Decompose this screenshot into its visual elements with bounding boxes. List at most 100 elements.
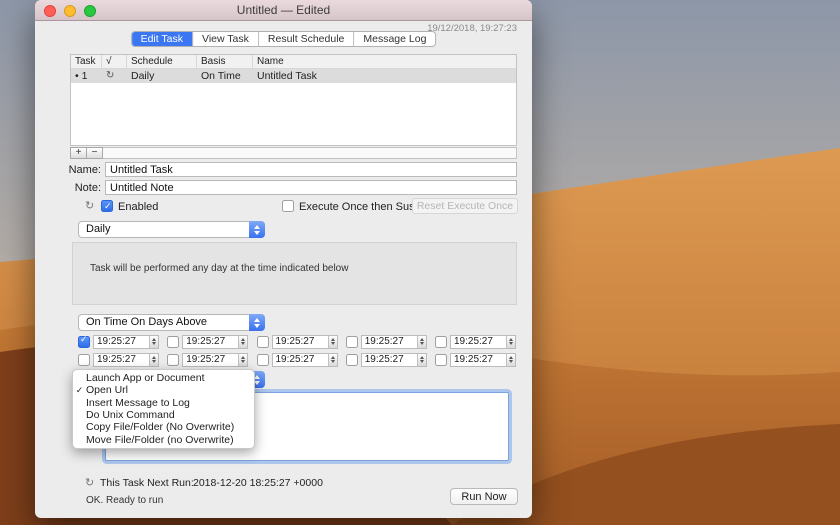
run-now-button[interactable]: Run Now: [450, 488, 518, 505]
task-table-header: Task√ScheduleBasisName: [71, 55, 516, 69]
frequency-value: Daily: [79, 222, 264, 237]
note-input[interactable]: [105, 180, 517, 195]
time-field[interactable]: 19:25:27: [93, 335, 159, 349]
time-field[interactable]: 19:25:27: [93, 353, 159, 367]
frequency-dropdown[interactable]: Daily: [78, 221, 265, 238]
reset-execute-once-button[interactable]: Reset Execute Once: [412, 198, 518, 214]
menu-item-label: Launch App or Document: [86, 372, 254, 384]
schedule-description-panel: Task will be performed any day at the ti…: [72, 242, 517, 305]
minimize-button[interactable]: [64, 5, 76, 17]
time-cell: 19:25:27: [435, 334, 516, 349]
window-title: Untitled — Edited: [35, 0, 532, 20]
menu-item[interactable]: Launch App or Document: [73, 372, 254, 384]
time-field[interactable]: 19:25:27: [182, 335, 248, 349]
execute-once-checkbox[interactable]: [282, 200, 294, 212]
clock-text: 19/12/2018, 19:27:23: [427, 23, 517, 34]
time-cell: 19:25:27: [78, 352, 159, 367]
time-field[interactable]: 19:25:27: [361, 335, 427, 349]
window-titlebar[interactable]: Untitled — Edited: [35, 0, 532, 21]
stepper-icon[interactable]: [149, 336, 158, 348]
time-checkbox[interactable]: [346, 354, 358, 366]
table-cell: On Time: [197, 69, 253, 83]
time-cell: 19:25:27: [346, 334, 427, 349]
add-task-button[interactable]: +: [70, 147, 87, 159]
time-checkbox[interactable]: [435, 354, 447, 366]
time-checkbox[interactable]: [435, 336, 447, 348]
menu-item[interactable]: Insert Message to Log: [73, 397, 254, 409]
menu-checkmark: ✓: [73, 385, 86, 396]
column-header[interactable]: Schedule: [127, 55, 197, 68]
menu-item[interactable]: Do Unix Command: [73, 409, 254, 421]
time-checkbox[interactable]: [78, 336, 90, 348]
enabled-label: Enabled: [118, 201, 158, 213]
dropdown-arrows-icon: [249, 221, 265, 238]
name-input[interactable]: [105, 162, 517, 177]
time-field[interactable]: 19:25:27: [272, 335, 338, 349]
stepper-icon[interactable]: [417, 336, 426, 348]
next-run-label: This Task Next Run:: [100, 477, 194, 489]
menu-item[interactable]: Copy File/Folder (No Overwrite): [73, 421, 254, 433]
action-menu: Launch App or Document✓Open UrlInsert Me…: [72, 369, 255, 449]
desktop: Untitled — Edited 19/12/2018, 19:27:23 E…: [0, 0, 840, 525]
menu-item-label: Open Url: [86, 384, 254, 396]
stepper-icon[interactable]: [417, 354, 426, 366]
menu-item-label: Move File/Folder (no Overwrite): [86, 434, 254, 446]
status-text: OK. Ready to run: [86, 495, 163, 506]
menu-item-label: Copy File/Folder (No Overwrite): [86, 421, 254, 433]
table-row[interactable]: • 1↻DailyOn TimeUntitled Task: [71, 69, 516, 83]
stepper-icon[interactable]: [149, 354, 158, 366]
task-table-body: • 1↻DailyOn TimeUntitled Task: [71, 69, 516, 83]
stepper-icon[interactable]: [506, 336, 515, 348]
refresh-icon[interactable]: ↻: [85, 199, 94, 212]
time-row-1: 19:25:27 19:25:27 19:25:27 19:25:27 19:25:27: [78, 334, 516, 349]
time-field[interactable]: 19:25:27: [182, 353, 248, 367]
time-field[interactable]: 19:25:27: [361, 353, 427, 367]
column-header[interactable]: Name: [253, 55, 516, 68]
time-field[interactable]: 19:25:27: [450, 353, 516, 367]
time-cell: 19:25:27: [78, 334, 159, 349]
dropdown-arrows-icon: [249, 314, 265, 331]
table-cell: Daily: [127, 69, 197, 83]
stepper-icon[interactable]: [328, 354, 337, 366]
timing-dropdown[interactable]: On Time On Days Above: [78, 314, 265, 331]
traffic-lights: [44, 5, 96, 17]
app-window: Untitled — Edited 19/12/2018, 19:27:23 E…: [35, 0, 532, 518]
time-checkbox[interactable]: [257, 336, 269, 348]
name-label: Name:: [35, 164, 101, 176]
column-header[interactable]: Basis: [197, 55, 253, 68]
time-field[interactable]: 19:25:27: [450, 335, 516, 349]
repeat-icon: ↻: [102, 69, 127, 83]
schedule-description: Task will be performed any day at the ti…: [73, 243, 516, 274]
task-table: Task√ScheduleBasisName • 1↻DailyOn TimeU…: [70, 54, 517, 146]
tab-message-log[interactable]: Message Log: [354, 32, 435, 46]
remove-task-button[interactable]: −: [86, 147, 103, 159]
close-button[interactable]: [44, 5, 56, 17]
column-header[interactable]: Task: [71, 55, 102, 68]
refresh-icon[interactable]: ↻: [85, 476, 94, 489]
stepper-icon[interactable]: [238, 336, 247, 348]
tab-edit-task[interactable]: Edit Task: [132, 32, 193, 46]
time-cell: 19:25:27: [257, 352, 338, 367]
time-cell: 19:25:27: [257, 334, 338, 349]
stepper-icon[interactable]: [506, 354, 515, 366]
time-cell: 19:25:27: [346, 352, 427, 367]
menu-item[interactable]: Move File/Folder (no Overwrite): [73, 433, 254, 445]
stepper-icon[interactable]: [238, 354, 247, 366]
menu-item-label: Insert Message to Log: [86, 397, 254, 409]
time-checkbox[interactable]: [167, 354, 179, 366]
time-checkbox[interactable]: [167, 336, 179, 348]
time-checkbox[interactable]: [78, 354, 90, 366]
time-checkbox[interactable]: [257, 354, 269, 366]
tab-view-task[interactable]: View Task: [193, 32, 259, 46]
enabled-checkbox[interactable]: [101, 200, 113, 212]
time-field[interactable]: 19:25:27: [272, 353, 338, 367]
tab-result-schedule[interactable]: Result Schedule: [259, 32, 354, 46]
time-cell: 19:25:27: [167, 352, 248, 367]
column-header[interactable]: √: [102, 55, 127, 68]
table-horizontal-scrollbar[interactable]: [70, 147, 517, 159]
menu-item[interactable]: ✓Open Url: [73, 384, 254, 396]
zoom-button[interactable]: [84, 5, 96, 17]
time-checkbox[interactable]: [346, 336, 358, 348]
stepper-icon[interactable]: [328, 336, 337, 348]
table-cell: • 1: [71, 69, 102, 83]
